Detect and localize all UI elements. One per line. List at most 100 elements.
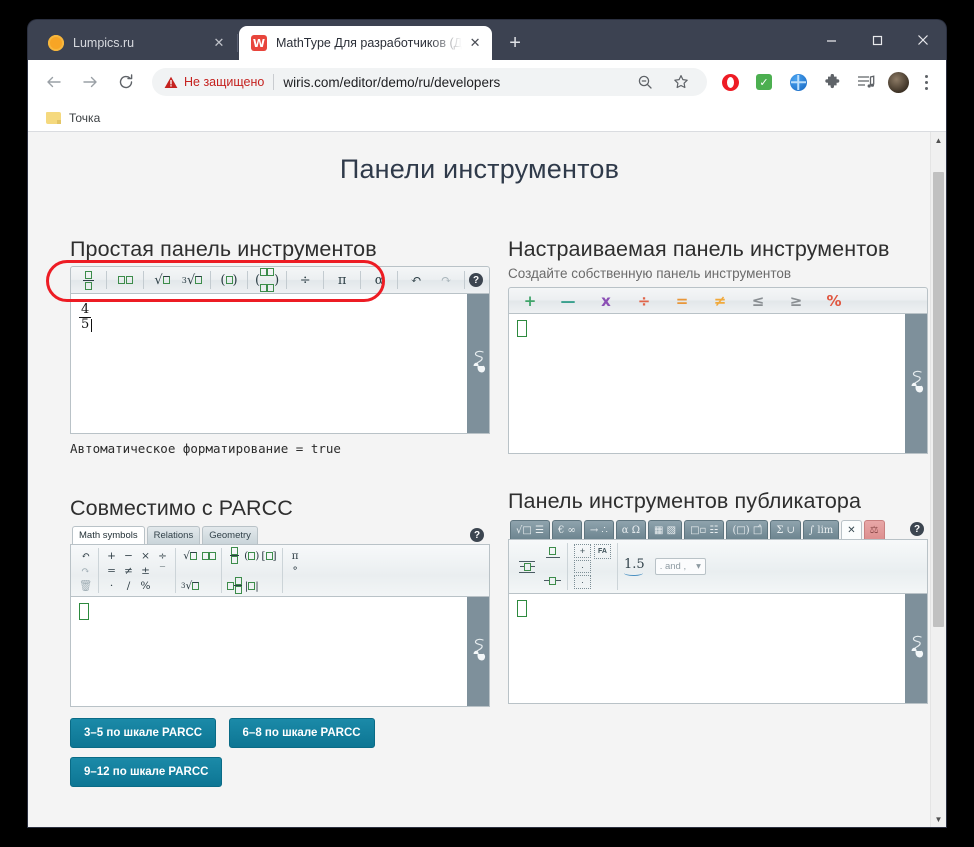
dot-box-icon[interactable]: · (574, 559, 591, 574)
fraction-icon[interactable] (227, 547, 242, 564)
browser-tab-lumpics[interactable]: Lumpics.ru ✕ (36, 26, 236, 60)
scrollbar-thumb[interactable] (933, 172, 944, 627)
minus-icon[interactable]: − (121, 548, 136, 563)
align-middle-icon[interactable] (544, 573, 561, 588)
avatar[interactable] (888, 71, 909, 93)
star-icon[interactable] (666, 67, 696, 97)
back-button[interactable] (39, 67, 69, 97)
security-indicator[interactable]: Не защищено (164, 75, 264, 89)
insert-plus-icon[interactable]: + (574, 544, 591, 558)
tab-operators[interactable]: Σ ∪ (770, 520, 801, 539)
separator-select[interactable]: . and , ▾ (654, 558, 706, 575)
cube-root-icon[interactable]: 3 √ (181, 578, 200, 593)
percent-icon[interactable]: % (815, 289, 853, 313)
pi-icon[interactable]: π (288, 548, 303, 563)
formula-canvas[interactable] (509, 314, 904, 453)
maximize-button[interactable] (854, 20, 900, 60)
less-equal-icon[interactable]: ≤ (739, 289, 777, 313)
tab-math-symbols[interactable]: Math symbols (72, 526, 145, 544)
reload-button[interactable] (111, 67, 141, 97)
handwriting-panel[interactable] (904, 594, 927, 703)
times-icon[interactable]: × (138, 548, 153, 563)
tab-relations[interactable]: Relations (146, 526, 201, 544)
trash-icon[interactable]: 🗑 (78, 578, 93, 593)
superscript-icon[interactable] (110, 268, 140, 292)
degree-icon[interactable]: ° (288, 563, 303, 578)
undo-icon[interactable]: ↶ (78, 548, 93, 563)
equals-icon[interactable]: = (104, 563, 119, 578)
scroll-down-arrow[interactable]: ▼ (931, 811, 946, 827)
tab-accents[interactable]: (□) □̂ (726, 520, 769, 539)
adblock-check-icon[interactable]: ✓ (751, 69, 777, 95)
plus-icon[interactable]: + (104, 548, 119, 563)
minus-icon[interactable]: — (549, 289, 587, 313)
handwriting-panel[interactable] (904, 314, 927, 453)
alpha-icon[interactable]: α (364, 268, 394, 292)
globe-icon[interactable] (785, 69, 811, 95)
matrix-icon[interactable]: () (251, 268, 283, 292)
nth-root-icon[interactable]: 3 √ (177, 268, 207, 292)
dot-icon[interactable]: · (104, 578, 119, 593)
help-icon[interactable]: ? (910, 522, 924, 536)
handwriting-panel[interactable] (466, 597, 489, 706)
forward-button[interactable] (75, 67, 105, 97)
plus-minus-icon[interactable]: ± (138, 563, 153, 578)
dot-box-icon-2[interactable]: · (574, 575, 591, 590)
tab-general[interactable]: √□ ☰ (510, 520, 550, 539)
address-bar[interactable]: Не защищено wiris.com/editor/demo/ru/dev… (152, 68, 707, 96)
formula-canvas[interactable] (71, 597, 466, 706)
tab-close-icon[interactable]: ✕ (210, 34, 228, 52)
kebab-menu-icon[interactable] (914, 74, 938, 90)
abs-icon[interactable]: | | (244, 578, 259, 593)
greater-equal-icon[interactable]: ≥ (777, 289, 815, 313)
close-window-button[interactable] (900, 20, 946, 60)
not-equals-icon[interactable]: ≠ (121, 563, 136, 578)
formula-canvas[interactable]: 4 5 (71, 294, 466, 433)
superscript-icon[interactable] (201, 548, 216, 563)
not-equals-icon[interactable]: ≠ (701, 289, 739, 313)
new-tab-button[interactable]: + (500, 28, 530, 58)
fa-icon[interactable]: FA (594, 544, 611, 559)
tab-sets[interactable]: € ∞ (551, 520, 582, 539)
percent-icon[interactable]: % (138, 578, 153, 593)
formula-canvas[interactable] (509, 594, 904, 703)
tab-arrows[interactable]: → ∴ (583, 520, 614, 539)
handwriting-panel[interactable] (466, 294, 489, 433)
times-icon[interactable]: x (587, 289, 625, 313)
slash-icon[interactable]: / (121, 578, 136, 593)
playlist-icon[interactable] (853, 69, 879, 95)
parcc-grade-6-8-button[interactable]: 6–8 по шкале PARCC (228, 718, 375, 748)
tab-greek[interactable]: α Ω (615, 520, 646, 539)
divide-icon[interactable]: ÷ (625, 289, 663, 313)
plus-icon[interactable]: + (511, 289, 549, 313)
tab-close-icon[interactable]: ✕ (466, 34, 484, 52)
pi-icon[interactable]: π (327, 268, 357, 292)
help-icon[interactable]: ? (470, 528, 484, 542)
parenthesis-icon[interactable]: () (214, 268, 244, 292)
tab-matrices[interactable]: ▦ ▧ (648, 520, 683, 539)
browser-tab-mathtype[interactable]: W MathType Для разработчиков (Д ✕ (239, 26, 493, 60)
scroll-up-arrow[interactable]: ▲ (931, 132, 946, 148)
square-root-icon[interactable]: √ (181, 548, 199, 563)
decimal-number-icon[interactable]: 1.5 (624, 557, 645, 576)
mixed-fraction-icon[interactable] (227, 577, 243, 594)
equals-icon[interactable]: = (663, 289, 701, 313)
overline-minus-icon[interactable]: ‾ (155, 563, 170, 578)
paren-icon[interactable]: () (244, 548, 259, 563)
tab-chemistry[interactable]: ⚖ (863, 520, 885, 539)
tab-calculus[interactable]: ∫ lim (802, 520, 840, 539)
parcc-grade-9-12-button[interactable]: 9–12 по шкале PARCC (70, 757, 223, 787)
parcc-grade-3-5-button[interactable]: 3–5 по шкале PARCC (70, 718, 217, 748)
bookmark-item[interactable]: Точка (38, 109, 108, 127)
tab-geometry[interactable]: Geometry (202, 526, 258, 544)
opera-icon[interactable] (717, 69, 743, 95)
square-root-icon[interactable]: √ (147, 268, 177, 292)
redo-icon[interactable]: ↷ (78, 563, 93, 578)
help-icon[interactable]: ? (469, 273, 483, 287)
bracket-icon[interactable]: [] (261, 548, 276, 563)
redo-icon[interactable]: ↷ (431, 268, 461, 292)
align-center-icon[interactable] (519, 559, 535, 574)
tab-editing[interactable]: ✕ (841, 520, 862, 539)
division-icon[interactable]: ÷ (290, 268, 320, 292)
zoom-out-icon[interactable] (630, 67, 660, 97)
